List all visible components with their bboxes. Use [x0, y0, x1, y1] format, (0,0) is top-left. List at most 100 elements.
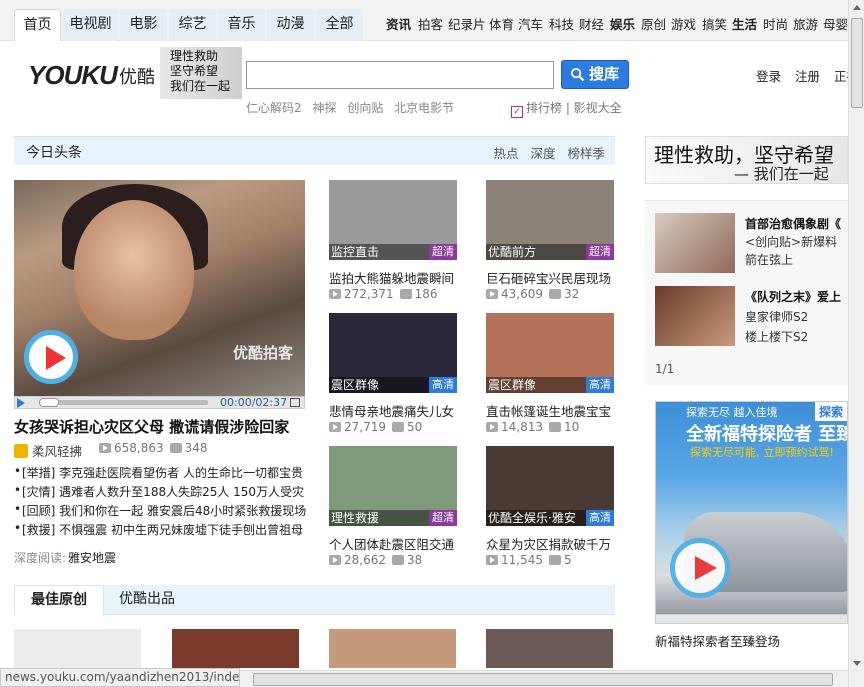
- deep-read-link[interactable]: 雅安地震: [68, 551, 116, 565]
- tab-best-original[interactable]: 最佳原创: [14, 585, 104, 615]
- channel-documentary[interactable]: 纪录片: [448, 14, 486, 33]
- ad-player-controls: [655, 614, 848, 624]
- channel-baby[interactable]: 母婴: [823, 14, 848, 33]
- hot-search-link[interactable]: 神探: [312, 101, 336, 115]
- ad-cta-link[interactable]: 立即预约试驾!: [764, 446, 834, 459]
- tab-music[interactable]: 音乐: [218, 9, 265, 41]
- advertisement[interactable]: 探索 探索无尽 越入佳境 全新福特探险者 至臻 探索无尽可能, 立即预约试驾!: [655, 401, 848, 619]
- tab-youku-produced[interactable]: 优酷出品: [106, 585, 188, 615]
- ad-cta-text: 探索无尽可能,: [690, 446, 760, 459]
- comment-count: 186: [414, 287, 438, 301]
- campaign-banner[interactable]: 理性救助，坚守希望 — 我们在一起: [645, 136, 848, 184]
- vertical-scrollbar[interactable]: [848, 0, 864, 687]
- tab-anime[interactable]: 动漫: [267, 9, 314, 41]
- video-thumbnail[interactable]: 理性救援 超清: [329, 446, 457, 526]
- video-thumbnail[interactable]: 优酷全娱乐·雅安 高清: [486, 446, 614, 526]
- search-input[interactable]: [246, 61, 554, 89]
- video-thumbnail[interactable]: [329, 629, 456, 668]
- channel-fashion[interactable]: 时尚: [763, 14, 788, 33]
- tab-tv[interactable]: 电视剧: [63, 9, 118, 41]
- scroll-up-icon[interactable]: [853, 5, 861, 10]
- headline-link-hot[interactable]: 热点: [493, 146, 518, 161]
- tab-all[interactable]: 全部: [316, 9, 363, 41]
- deep-read-label: 深度阅读:: [14, 551, 67, 565]
- play-icon[interactable]: [17, 398, 25, 408]
- rank-links[interactable]: ✓ 排行榜 | 影视大全: [511, 99, 622, 118]
- scrollbar-thumb[interactable]: [851, 18, 863, 108]
- channel-funny[interactable]: 搞笑: [702, 14, 727, 33]
- hot-search-links: 仁心解码2 神探 创向贴 北京电影节: [246, 99, 461, 116]
- channel-travel[interactable]: 旅游: [793, 14, 818, 33]
- channel-entertainment[interactable]: 娱乐: [610, 14, 635, 33]
- video-thumbnail[interactable]: 震区群像 高清: [486, 313, 614, 393]
- view-count: 272,371: [344, 287, 394, 301]
- channel-sports[interactable]: 体育: [489, 14, 514, 33]
- video-thumbnail[interactable]: 优酷前方 超清: [486, 180, 614, 260]
- headline-link-deep[interactable]: 深度: [530, 146, 555, 161]
- drama-thumbnail[interactable]: [655, 286, 735, 346]
- tab-variety[interactable]: 综艺: [169, 9, 216, 41]
- drama-title[interactable]: 首部治愈偶象剧《: [745, 215, 841, 232]
- news-item[interactable]: [回顾] 我们和你在一起 雅安震后48小时紧张救援现场: [14, 502, 314, 521]
- main-video-player[interactable]: 优酷拍客: [14, 180, 305, 396]
- video-thumbnail[interactable]: [14, 629, 141, 668]
- scroll-down-icon[interactable]: [853, 661, 861, 666]
- video-thumbnail[interactable]: 震区群像 高清: [329, 313, 457, 393]
- video-title[interactable]: 监拍大熊猫躲地震瞬间: [329, 268, 454, 287]
- comment-count: 348: [184, 441, 208, 455]
- list-item[interactable]: 《队列之末》爱上 皇家律师S2 楼上楼下S2: [655, 286, 845, 346]
- channel-original[interactable]: 原创: [641, 14, 666, 33]
- hot-search-link[interactable]: 创向贴: [347, 101, 383, 115]
- news-item[interactable]: [灾情] 遇难者人数升至188人失踪25人 150万人受灾: [14, 483, 314, 502]
- drama-line[interactable]: 箭在弦上: [745, 251, 793, 268]
- views-icon: [329, 289, 341, 299]
- video-title[interactable]: 众星为灾区捐款破千万: [486, 534, 611, 553]
- video-title[interactable]: 巨石砸碎宝兴民居现场: [486, 268, 611, 287]
- search-icon: [570, 67, 585, 82]
- video-thumbnail[interactable]: [172, 629, 299, 668]
- main-video-uploader[interactable]: 柔风轻拂: [14, 441, 82, 460]
- main-video-title[interactable]: 女孩哭诉担心灾区父母 撒谎请假涉险回家: [14, 416, 289, 437]
- progress-handle[interactable]: [39, 398, 59, 407]
- tab-home[interactable]: 首页: [14, 9, 61, 41]
- channel-news[interactable]: 资讯: [386, 14, 411, 33]
- headline-link-rank[interactable]: 榜样季: [567, 146, 605, 161]
- drama-title[interactable]: 《队列之末》爱上: [745, 288, 841, 305]
- youku-logo[interactable]: YOUKU 优酷 理性救助 坚守希望 我们在一起: [14, 45, 242, 100]
- register-link[interactable]: 注册: [795, 69, 820, 84]
- channel-life[interactable]: 生活: [732, 14, 757, 33]
- channel-auto[interactable]: 汽车: [518, 14, 543, 33]
- channel-finance[interactable]: 财经: [579, 14, 604, 33]
- scrollbar-thumb[interactable]: [253, 673, 833, 686]
- fullscreen-icon[interactable]: [290, 398, 300, 407]
- channel-tech[interactable]: 科技: [549, 14, 574, 33]
- uploader-name[interactable]: 柔风轻拂: [32, 444, 82, 459]
- search-button[interactable]: 搜库: [561, 60, 629, 89]
- views-icon: [486, 555, 498, 565]
- progress-track[interactable]: [43, 400, 208, 405]
- horizontal-scrollbar[interactable]: [240, 670, 848, 687]
- drama-line[interactable]: 楼上楼下S2: [745, 328, 808, 345]
- list-item[interactable]: 首部治愈偶象剧《 <创向贴>新爆料 箭在弦上: [655, 213, 845, 273]
- video-thumbnail[interactable]: 监控直击 超清: [329, 180, 457, 260]
- rank-links-text[interactable]: 排行榜 | 影视大全: [526, 101, 622, 115]
- video-thumbnail[interactable]: [486, 629, 613, 668]
- play-icon[interactable]: [24, 330, 78, 384]
- hot-search-link[interactable]: 仁心解码2: [246, 101, 302, 115]
- channel-games[interactable]: 游戏: [671, 14, 696, 33]
- news-item[interactable]: [举措] 李克强赴医院看望伤者 人的生命比一切都宝贵: [14, 464, 314, 483]
- login-link[interactable]: 登录: [756, 69, 781, 84]
- channel-paike[interactable]: 拍客: [418, 14, 443, 33]
- drama-thumbnail[interactable]: [655, 213, 735, 273]
- drama-line[interactable]: 皇家律师S2: [745, 308, 808, 325]
- tab-movie[interactable]: 电影: [120, 9, 167, 41]
- video-title[interactable]: 个人团体赴震区阻交通: [329, 534, 454, 553]
- hot-search-link[interactable]: 北京电影节: [394, 101, 454, 115]
- play-icon[interactable]: [670, 538, 730, 598]
- drama-line[interactable]: <创向贴>新爆料: [745, 233, 837, 250]
- video-title[interactable]: 直击帐篷诞生地震宝宝: [486, 401, 611, 420]
- news-item[interactable]: [救援] 不惧强震 初中生两兄妹废墟下徒手刨出曾祖母: [14, 521, 314, 540]
- ad-caption[interactable]: 新福特探索者至臻登场: [655, 631, 780, 650]
- comment-count: 50: [407, 420, 423, 434]
- video-title[interactable]: 悲情母亲地震痛失儿女: [329, 401, 454, 420]
